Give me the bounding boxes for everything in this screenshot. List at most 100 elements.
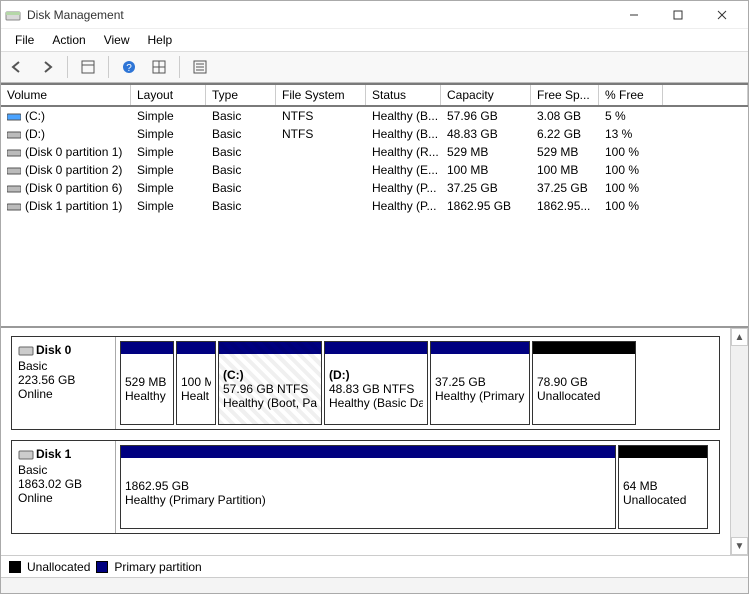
maximize-button[interactable]: [656, 1, 700, 29]
partition-status: Unallocated: [623, 493, 703, 507]
disk-layout-panel: Disk 0Basic223.56 GBOnline529 MBHealthy1…: [1, 328, 748, 555]
cell-capacity: 1862.95 GB: [441, 197, 531, 215]
cell-status: Healthy (P...: [366, 197, 441, 215]
partition-block[interactable]: (C:)57.96 GB NTFSHealthy (Boot, Pa: [218, 341, 322, 425]
svg-text:?: ?: [126, 63, 132, 74]
disk-icon: [18, 447, 34, 463]
forward-button[interactable]: [35, 55, 59, 79]
drive-icon: [7, 202, 21, 212]
column-header[interactable]: Volume: [1, 85, 131, 105]
volume-row[interactable]: (Disk 1 partition 1)SimpleBasicHealthy (…: [1, 197, 748, 215]
partition-status: Healthy (Boot, Pa: [223, 396, 317, 410]
partition-bar: [533, 342, 635, 354]
volume-row[interactable]: (Disk 0 partition 6)SimpleBasicHealthy (…: [1, 179, 748, 197]
vertical-scrollbar[interactable]: ▲ ▼: [730, 328, 748, 555]
cell-free: 100 MB: [531, 161, 599, 179]
partition-status: Healthy (Basic Da: [329, 396, 423, 410]
disk-type: Basic: [18, 359, 47, 373]
cell-type: Basic: [206, 161, 276, 179]
cell-pct: 100 %: [599, 179, 663, 197]
partition-block[interactable]: 529 MBHealthy: [120, 341, 174, 425]
menu-help[interactable]: Help: [140, 31, 181, 49]
partition-bar: [431, 342, 529, 354]
scroll-track[interactable]: [731, 346, 748, 537]
minimize-button[interactable]: [612, 1, 656, 29]
volume-name: (Disk 0 partition 1): [25, 145, 122, 159]
disk-info[interactable]: Disk 0Basic223.56 GBOnline: [12, 337, 116, 429]
back-button[interactable]: [5, 55, 29, 79]
menu-view[interactable]: View: [96, 31, 138, 49]
cell-layout: Simple: [131, 143, 206, 161]
cell-pct: 100 %: [599, 197, 663, 215]
partition-block[interactable]: 1862.95 GBHealthy (Primary Partition): [120, 445, 616, 529]
volume-list[interactable]: (C:)SimpleBasicNTFSHealthy (B...57.96 GB…: [1, 107, 748, 215]
partition-bar: [121, 446, 615, 458]
column-header[interactable]: Free Sp...: [531, 85, 599, 105]
partition-status: Healt: [181, 389, 211, 403]
cell-status: Healthy (B...: [366, 125, 441, 143]
scroll-up-button[interactable]: ▲: [731, 328, 748, 346]
list-button[interactable]: [188, 55, 212, 79]
partitions-container: 1862.95 GBHealthy (Primary Partition)64 …: [116, 441, 719, 533]
cell-status: Healthy (B...: [366, 107, 441, 125]
cell-status: Healthy (R...: [366, 143, 441, 161]
partition-label: (D:): [329, 368, 423, 382]
partition-size: 1862.95 GB: [125, 479, 611, 493]
partition-block[interactable]: (D:)48.83 GB NTFSHealthy (Basic Da: [324, 341, 428, 425]
column-header[interactable]: [663, 85, 748, 105]
cell-fs: NTFS: [276, 125, 366, 143]
cell-fs: [276, 143, 366, 161]
cell-layout: Simple: [131, 107, 206, 125]
cell-pct: 100 %: [599, 143, 663, 161]
cell-capacity: 100 MB: [441, 161, 531, 179]
partition-size: 37.25 GB: [435, 375, 525, 389]
cell-pct: 13 %: [599, 125, 663, 143]
titlebar: Disk Management: [1, 1, 748, 29]
toolbar-separator: [108, 56, 109, 78]
volume-row[interactable]: (Disk 0 partition 2)SimpleBasicHealthy (…: [1, 161, 748, 179]
menu-action[interactable]: Action: [44, 31, 93, 49]
cell-fs: [276, 197, 366, 215]
disk-size: 1863.02 GB: [18, 477, 82, 491]
layout-button[interactable]: [76, 55, 100, 79]
column-header[interactable]: Status: [366, 85, 441, 105]
cell-fs: [276, 179, 366, 197]
column-header[interactable]: Layout: [131, 85, 206, 105]
cell-type: Basic: [206, 125, 276, 143]
cell-pct: 5 %: [599, 107, 663, 125]
partition-bar: [325, 342, 427, 354]
partition-block[interactable]: 100 MHealt: [176, 341, 216, 425]
disk-size: 223.56 GB: [18, 373, 75, 387]
close-button[interactable]: [700, 1, 744, 29]
cell-type: Basic: [206, 197, 276, 215]
legend-swatch-primary-icon: [96, 561, 108, 573]
volume-row[interactable]: (C:)SimpleBasicNTFSHealthy (B...57.96 GB…: [1, 107, 748, 125]
scroll-down-button[interactable]: ▼: [731, 537, 748, 555]
window: Disk Management File Action View Help ? …: [0, 0, 749, 594]
partition-block[interactable]: 78.90 GBUnallocated: [532, 341, 636, 425]
properties-button[interactable]: [147, 55, 171, 79]
column-header[interactable]: % Free: [599, 85, 663, 105]
partition-bar: [177, 342, 215, 354]
drive-icon: [7, 166, 21, 176]
column-header[interactable]: Type: [206, 85, 276, 105]
volume-row[interactable]: (D:)SimpleBasicNTFSHealthy (B...48.83 GB…: [1, 125, 748, 143]
app-icon: [5, 7, 21, 23]
partition-size: 48.83 GB NTFS: [329, 382, 423, 396]
partition-size: 57.96 GB NTFS: [223, 382, 317, 396]
cell-free: 3.08 GB: [531, 107, 599, 125]
volume-row[interactable]: (Disk 0 partition 1)SimpleBasicHealthy (…: [1, 143, 748, 161]
column-header[interactable]: File System: [276, 85, 366, 105]
volume-name: (D:): [25, 127, 45, 141]
drive-icon: [7, 184, 21, 194]
partition-block[interactable]: 64 MBUnallocated: [618, 445, 708, 529]
help-button[interactable]: ?: [117, 55, 141, 79]
partition-bar: [219, 342, 321, 354]
partition-block[interactable]: 37.25 GBHealthy (Primary: [430, 341, 530, 425]
menu-file[interactable]: File: [7, 31, 42, 49]
column-header[interactable]: Capacity: [441, 85, 531, 105]
disk-info[interactable]: Disk 1Basic1863.02 GBOnline: [12, 441, 116, 533]
cell-free: 529 MB: [531, 143, 599, 161]
cell-type: Basic: [206, 179, 276, 197]
drive-icon: [7, 130, 21, 140]
